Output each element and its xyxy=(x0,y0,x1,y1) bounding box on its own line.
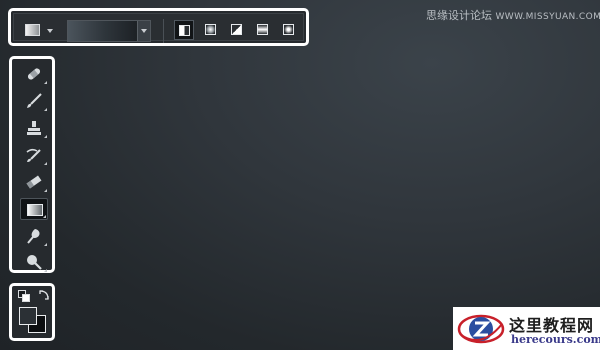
eraser-tool[interactable] xyxy=(20,171,48,193)
watermark-top-en: WWW.MISSYUAN.COM xyxy=(495,12,600,22)
chevron-down-icon xyxy=(47,29,53,33)
diamond-gradient-icon xyxy=(283,24,294,35)
healing-brush-icon xyxy=(27,68,41,80)
tools-panel xyxy=(9,56,55,273)
clone-stamp-tool[interactable] xyxy=(20,117,48,139)
angle-gradient-button[interactable] xyxy=(227,20,247,40)
healing-brush-tool[interactable] xyxy=(20,63,48,85)
default-colors-icon[interactable] xyxy=(18,290,30,302)
brush-tool[interactable] xyxy=(20,90,48,112)
blur-tool[interactable] xyxy=(20,225,48,247)
reflected-gradient-icon xyxy=(257,24,268,35)
linear-gradient-button[interactable] xyxy=(174,20,194,40)
gradient-picker[interactable] xyxy=(67,20,151,42)
default-background-swatch xyxy=(22,294,30,302)
color-swatches-panel xyxy=(9,283,55,341)
history-brush-icon xyxy=(26,148,41,162)
linear-gradient-icon xyxy=(179,25,190,36)
separator xyxy=(163,19,164,43)
watermark-top-cn: 思缘设计论坛 xyxy=(426,9,492,22)
reflected-gradient-button[interactable] xyxy=(253,20,273,40)
gradient-tool[interactable] xyxy=(20,198,48,220)
eraser-icon xyxy=(26,175,42,189)
site-logo-icon xyxy=(457,314,505,344)
watermark-top: 思缘设计论坛 WWW.MISSYUAN.COM xyxy=(426,7,600,23)
foreground-color-swatch[interactable] xyxy=(19,307,37,325)
submenu-indicator xyxy=(43,215,46,218)
angle-gradient-icon xyxy=(231,24,242,35)
blur-tool-icon xyxy=(27,229,40,244)
submenu-indicator xyxy=(44,135,47,138)
radial-gradient-icon xyxy=(205,24,216,35)
dodge-tool[interactable] xyxy=(20,251,48,273)
submenu-indicator xyxy=(44,108,47,111)
swap-colors-icon[interactable] xyxy=(38,289,50,301)
diamond-gradient-button[interactable] xyxy=(279,20,299,40)
gradient-tool-icon xyxy=(27,204,43,216)
gradient-preset-button[interactable] xyxy=(20,20,56,42)
submenu-indicator xyxy=(44,81,47,84)
clone-stamp-icon xyxy=(27,121,41,135)
brush-icon xyxy=(27,93,42,108)
gradient-picker-dropdown[interactable] xyxy=(137,21,150,41)
gradient-preset-icon xyxy=(25,24,40,36)
radial-gradient-button[interactable] xyxy=(201,20,221,40)
submenu-indicator xyxy=(44,162,47,165)
submenu-indicator xyxy=(44,189,47,192)
history-brush-tool[interactable] xyxy=(20,144,48,166)
options-bar-inner xyxy=(13,13,304,43)
options-bar xyxy=(8,8,309,46)
chevron-down-icon xyxy=(141,29,147,33)
watermark-box: 这里教程网 herecours.com xyxy=(453,307,600,350)
watermark-box-en: herecours.com xyxy=(511,333,600,346)
submenu-indicator xyxy=(44,243,47,246)
dodge-tool-icon xyxy=(27,255,42,270)
submenu-indicator xyxy=(44,269,47,272)
